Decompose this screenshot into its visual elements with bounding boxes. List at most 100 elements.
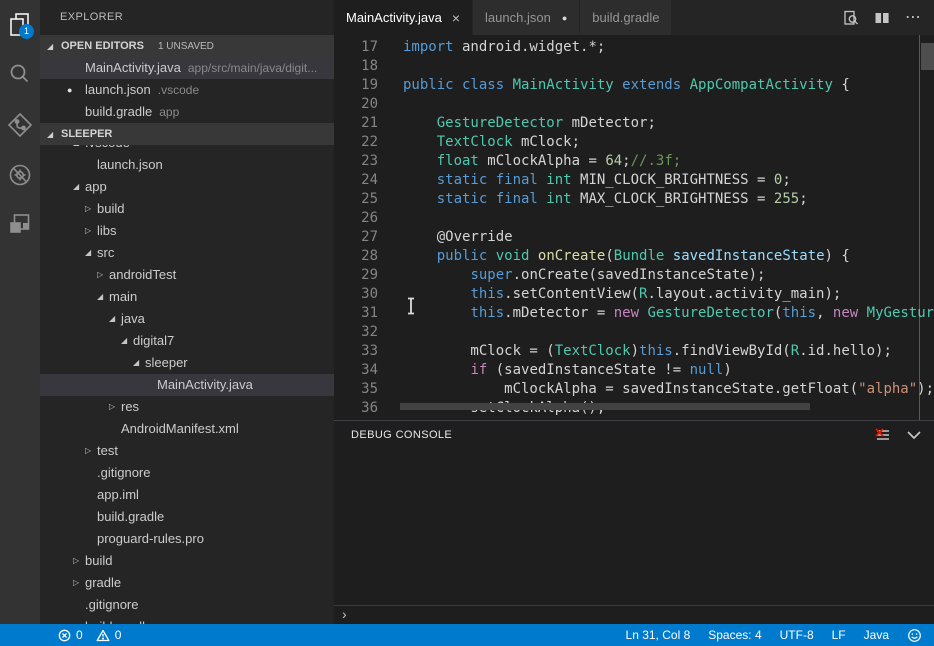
tree-item[interactable]: build.gradle	[40, 616, 334, 624]
tree-item[interactable]: ◢main	[40, 286, 334, 308]
tree-item[interactable]: ◢sleeper	[40, 352, 334, 374]
line-number[interactable]: 27	[334, 228, 378, 247]
activity-explorer-button[interactable]: 1	[0, 0, 40, 50]
tree-item[interactable]: AndroidManifest.xml	[40, 418, 334, 440]
tree-item[interactable]: ◢digital7	[40, 330, 334, 352]
line-number[interactable]: 34	[334, 361, 378, 380]
close-icon[interactable]: ×	[452, 10, 460, 26]
line-number[interactable]: 23	[334, 152, 378, 171]
line-number[interactable]: 29	[334, 266, 378, 285]
folder-section-header[interactable]: ◢ SLEEPER	[40, 123, 334, 145]
code-line[interactable]: 35 mClockAlpha = savedInstanceState.getF…	[334, 380, 934, 399]
tree-item[interactable]: .gitignore	[40, 462, 334, 484]
activity-debug-button[interactable]	[0, 150, 40, 200]
code-line[interactable]: 34 if (savedInstanceState != null)	[334, 361, 934, 380]
open-editor-item[interactable]: ●launch.json.vscode	[40, 79, 334, 101]
code-line[interactable]: 26	[334, 209, 934, 228]
repl-prompt: ›	[342, 606, 347, 622]
debug-repl-input[interactable]: ›	[334, 605, 934, 625]
tree-item-label: androidTest	[109, 264, 176, 286]
line-number[interactable]: 36	[334, 399, 378, 418]
line-number[interactable]: 18	[334, 57, 378, 76]
vertical-scrollbar[interactable]	[919, 35, 934, 420]
line-number[interactable]: 26	[334, 209, 378, 228]
tree-item[interactable]: ◢src	[40, 242, 334, 264]
line-number[interactable]: 22	[334, 133, 378, 152]
close-panel-chevron-icon[interactable]	[906, 429, 922, 441]
code-line[interactable]: 24 static final int MIN_CLOCK_BRIGHTNESS…	[334, 171, 934, 190]
code-line[interactable]: 22 TextClock mClock;	[334, 133, 934, 152]
line-number[interactable]: 30	[334, 285, 378, 304]
feedback-smiley-icon[interactable]	[907, 628, 922, 643]
activity-source-control-button[interactable]	[0, 100, 40, 150]
tree-item[interactable]: ▷build	[40, 550, 334, 572]
tree-item[interactable]: launch.json	[40, 154, 334, 176]
twisty-spacer	[85, 484, 97, 506]
code-line[interactable]: 32	[334, 323, 934, 342]
line-number[interactable]: 20	[334, 95, 378, 114]
tree-item[interactable]: ▷gradle	[40, 572, 334, 594]
code-editor[interactable]: 17import android.widget.*;1819public cla…	[334, 35, 934, 420]
activity-search-button[interactable]	[0, 50, 40, 100]
tree-item[interactable]: ▷res	[40, 396, 334, 418]
code-line[interactable]: 25 static final int MAX_CLOCK_BRIGHTNESS…	[334, 190, 934, 209]
code-line[interactable]: 18	[334, 57, 934, 76]
line-number[interactable]: 31	[334, 304, 378, 323]
clear-console-icon[interactable]	[875, 428, 890, 442]
line-content: this.setContentView(R.layout.activity_ma…	[378, 285, 841, 304]
tree-item[interactable]: ◢.vscode	[40, 145, 334, 154]
tree-item[interactable]: app.iml	[40, 484, 334, 506]
code-line[interactable]: 19public class MainActivity extends AppC…	[334, 76, 934, 95]
activity-extensions-button[interactable]	[0, 200, 40, 250]
horizontal-scrollbar[interactable]	[400, 403, 810, 410]
problems-indicator[interactable]: 0 0	[58, 628, 121, 642]
token: android.widget.*;	[454, 39, 606, 55]
line-number[interactable]: 24	[334, 171, 378, 190]
tree-item[interactable]: ◢java	[40, 308, 334, 330]
indentation-setting[interactable]: Spaces: 4	[708, 628, 761, 642]
code-line[interactable]: 31 this.mDetector = new GestureDetector(…	[334, 304, 934, 323]
scrollbar-thumb[interactable]	[921, 43, 934, 70]
tree-item[interactable]: ▷libs	[40, 220, 334, 242]
line-number[interactable]: 33	[334, 342, 378, 361]
tree-item[interactable]: ▷build	[40, 198, 334, 220]
open-editors-header[interactable]: ◢ OPEN EDITORS 1 UNSAVED	[40, 35, 334, 57]
code-line[interactable]: 27 @Override	[334, 228, 934, 247]
code-line[interactable]: 30 this.setContentView(R.layout.activity…	[334, 285, 934, 304]
line-number[interactable]: 28	[334, 247, 378, 266]
open-preview-icon[interactable]	[843, 10, 859, 26]
code-line[interactable]: 21 GestureDetector mDetector;	[334, 114, 934, 133]
open-editor-item[interactable]: MainActivity.javaapp/src/main/java/digit…	[40, 57, 334, 79]
encoding-setting[interactable]: UTF-8	[780, 628, 814, 642]
code-line[interactable]: 29 super.onCreate(savedInstanceState);	[334, 266, 934, 285]
tab-build.gradle[interactable]: build.gradle	[580, 0, 671, 35]
code-line[interactable]: 17import android.widget.*;	[334, 38, 934, 57]
more-actions-icon[interactable]: ⋯	[905, 10, 921, 26]
open-editor-item[interactable]: build.gradleapp	[40, 101, 334, 123]
code-line[interactable]: 20	[334, 95, 934, 114]
tab-MainActivity.java[interactable]: MainActivity.java×	[334, 0, 472, 35]
line-number[interactable]: 32	[334, 323, 378, 342]
line-number[interactable]: 25	[334, 190, 378, 209]
token	[664, 248, 672, 264]
code-line[interactable]: 23 float mClockAlpha = 64;//.3f;	[334, 152, 934, 171]
tree-item[interactable]: proguard-rules.pro	[40, 528, 334, 550]
tree-item[interactable]: MainActivity.java	[40, 374, 334, 396]
tree-item[interactable]: .gitignore	[40, 594, 334, 616]
line-number[interactable]: 35	[334, 380, 378, 399]
code-line[interactable]: 28 public void onCreate(Bundle savedInst…	[334, 247, 934, 266]
eol-setting[interactable]: LF	[832, 628, 846, 642]
line-number[interactable]: 19	[334, 76, 378, 95]
tree-item[interactable]: ▷androidTest	[40, 264, 334, 286]
line-number[interactable]: 17	[334, 38, 378, 57]
split-editor-icon[interactable]	[874, 10, 890, 26]
tree-item[interactable]: ◢app	[40, 176, 334, 198]
tab-launch.json[interactable]: launch.json●	[473, 0, 579, 35]
tree-item[interactable]: build.gradle	[40, 506, 334, 528]
code-line[interactable]: 33 mClock = (TextClock)this.findViewById…	[334, 342, 934, 361]
language-mode[interactable]: Java	[864, 628, 889, 642]
line-content: super.onCreate(savedInstanceState);	[378, 266, 765, 285]
cursor-position[interactable]: Ln 31, Col 8	[626, 628, 691, 642]
line-number[interactable]: 21	[334, 114, 378, 133]
tree-item[interactable]: ▷test	[40, 440, 334, 462]
